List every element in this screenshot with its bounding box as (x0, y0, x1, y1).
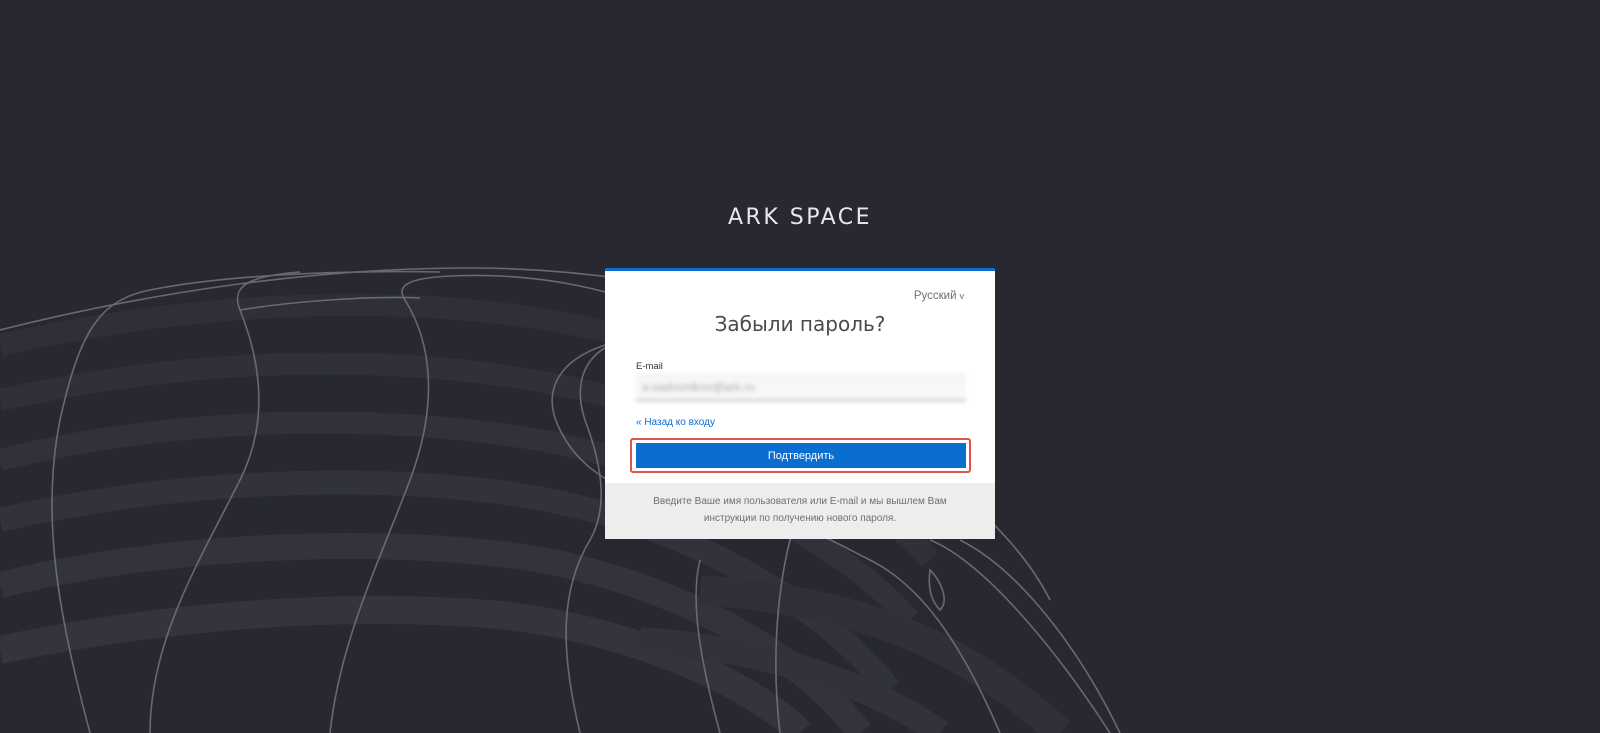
email-label: E-mail (636, 361, 663, 372)
chevron-down-icon: v (959, 291, 965, 301)
help-text: Введите Ваше имя пользователя или E-mail… (653, 496, 947, 524)
back-to-login-link[interactable]: « Назад ко входу (636, 417, 715, 428)
submit-button[interactable]: Подтвердить (636, 443, 966, 468)
brand-title: ARK SPACE (727, 205, 872, 230)
email-field[interactable] (636, 374, 966, 401)
page-title: Забыли пароль? (714, 312, 886, 336)
help-footer: Введите Ваше имя пользователя или E-mail… (605, 483, 995, 539)
language-selector[interactable]: Русский v (914, 290, 964, 302)
language-label: Русский (913, 290, 957, 302)
forgot-password-card: Русскийv Забыли пароль? E-mail « Назад к… (605, 268, 995, 539)
